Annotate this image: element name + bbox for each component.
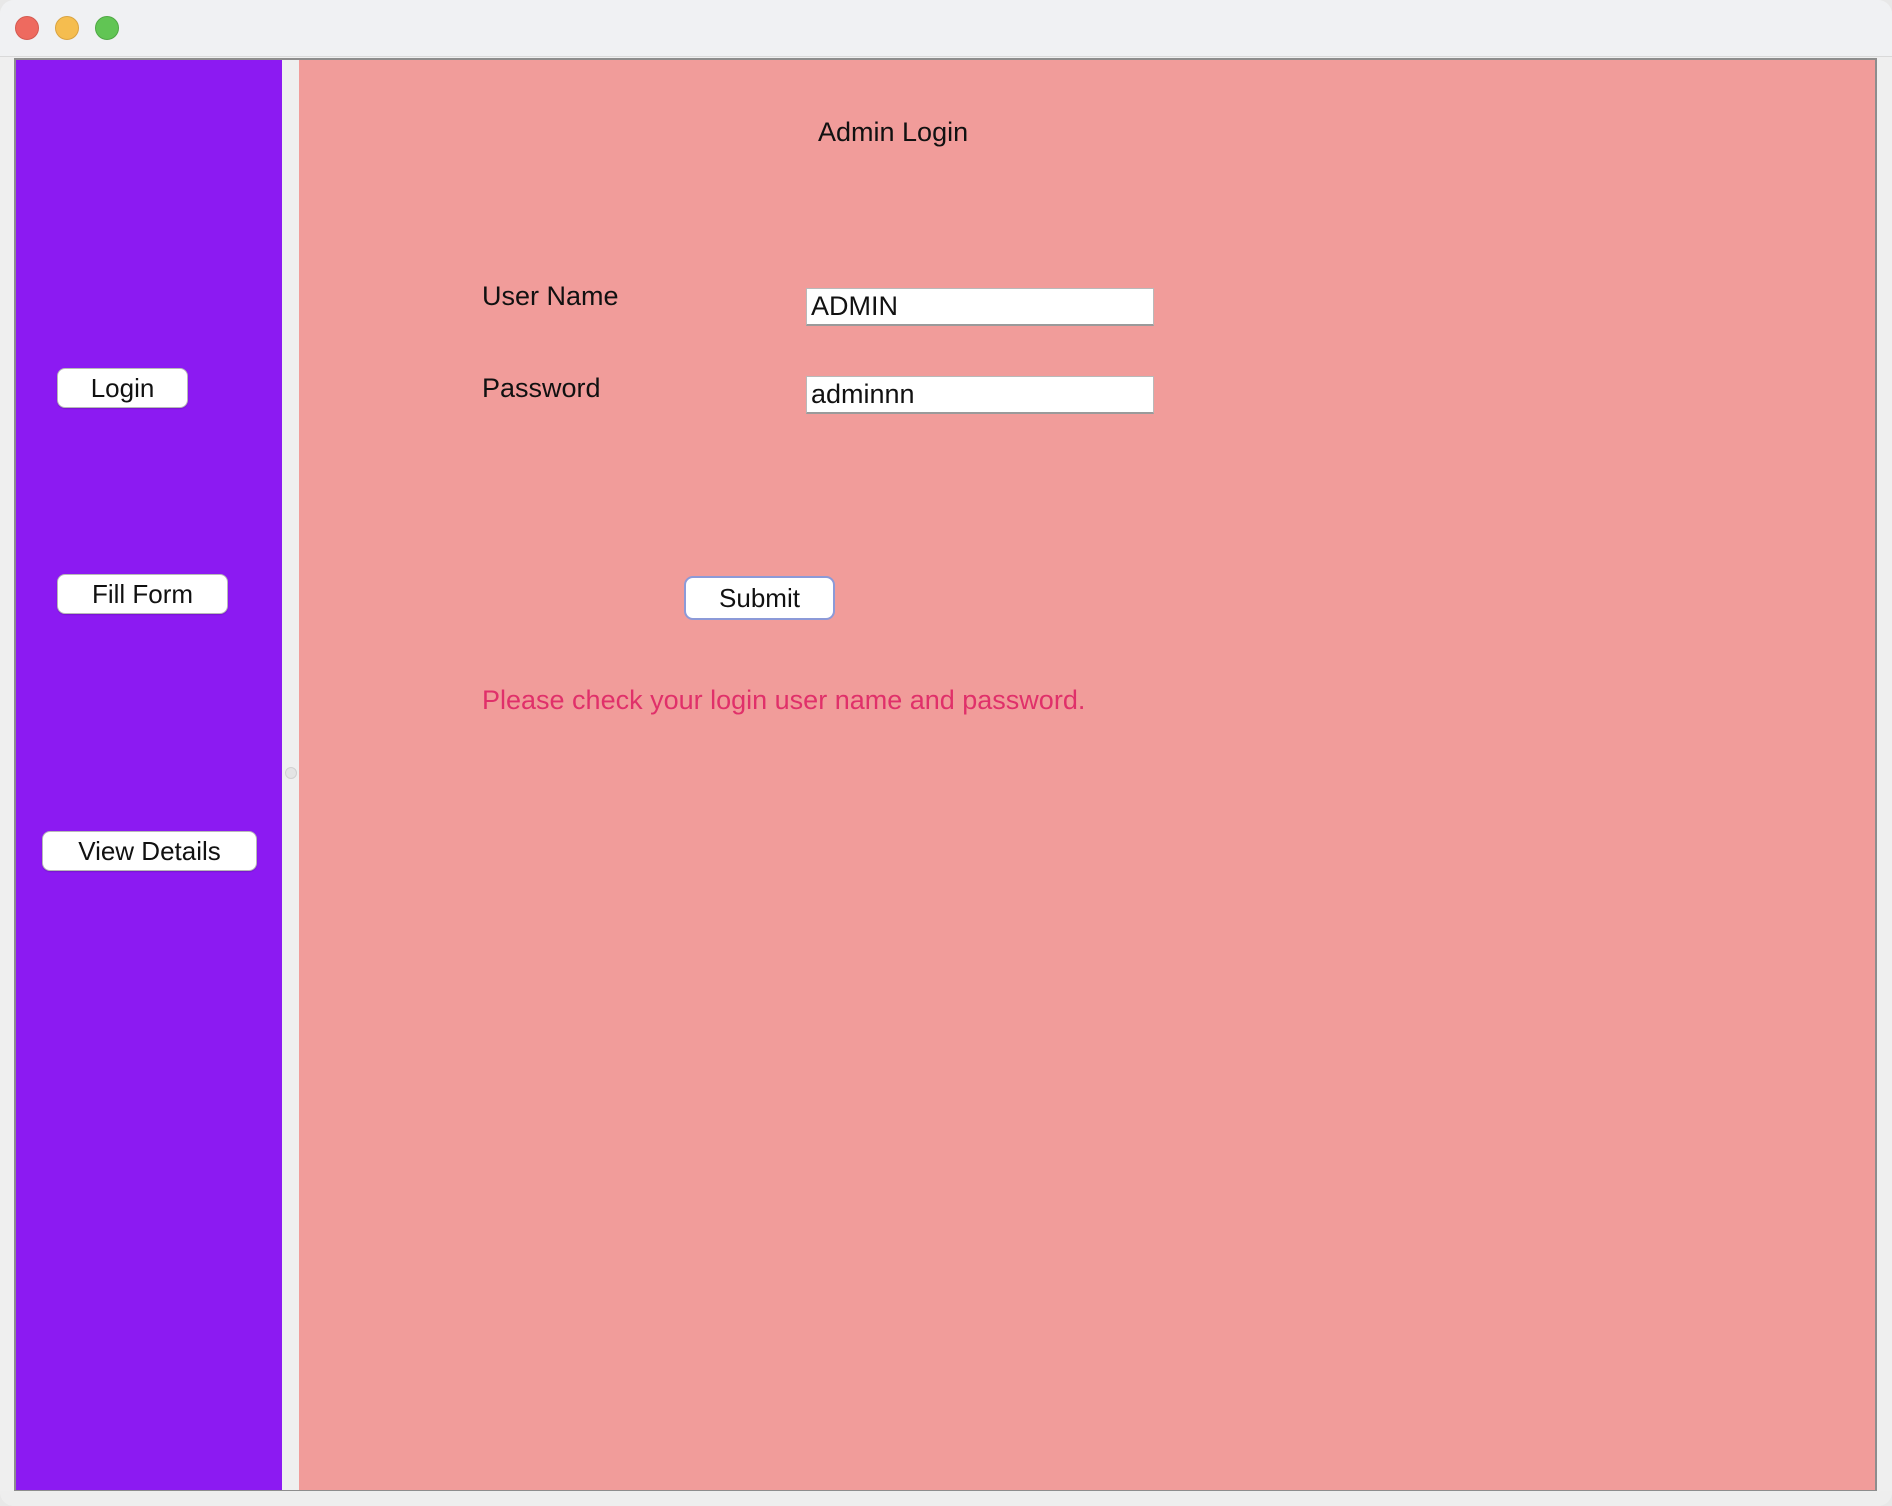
app-window: Login Fill Form View Details Admin Login… <box>0 0 1892 1506</box>
username-field[interactable]: ADMIN <box>806 288 1154 326</box>
minimize-window-icon[interactable] <box>55 16 79 40</box>
page-title: Admin Login <box>818 117 969 147</box>
view-details-button[interactable]: View Details <box>42 831 257 871</box>
username-label: User Name <box>482 281 619 311</box>
password-field[interactable]: adminnn <box>806 376 1154 414</box>
sidebar: Login Fill Form View Details <box>16 60 282 1490</box>
password-label: Password <box>482 373 601 403</box>
zoom-window-icon[interactable] <box>95 16 119 40</box>
error-message: Please check your login user name and pa… <box>482 685 1086 715</box>
window-bottom-edge <box>0 1491 1892 1506</box>
fill-form-button[interactable]: Fill Form <box>57 574 228 614</box>
login-button[interactable]: Login <box>57 368 188 408</box>
title-bar <box>0 0 1892 57</box>
login-panel <box>299 60 1875 1490</box>
close-window-icon[interactable] <box>15 16 39 40</box>
submit-button[interactable]: Submit <box>684 576 835 620</box>
divider-grip-icon[interactable] <box>285 767 297 779</box>
